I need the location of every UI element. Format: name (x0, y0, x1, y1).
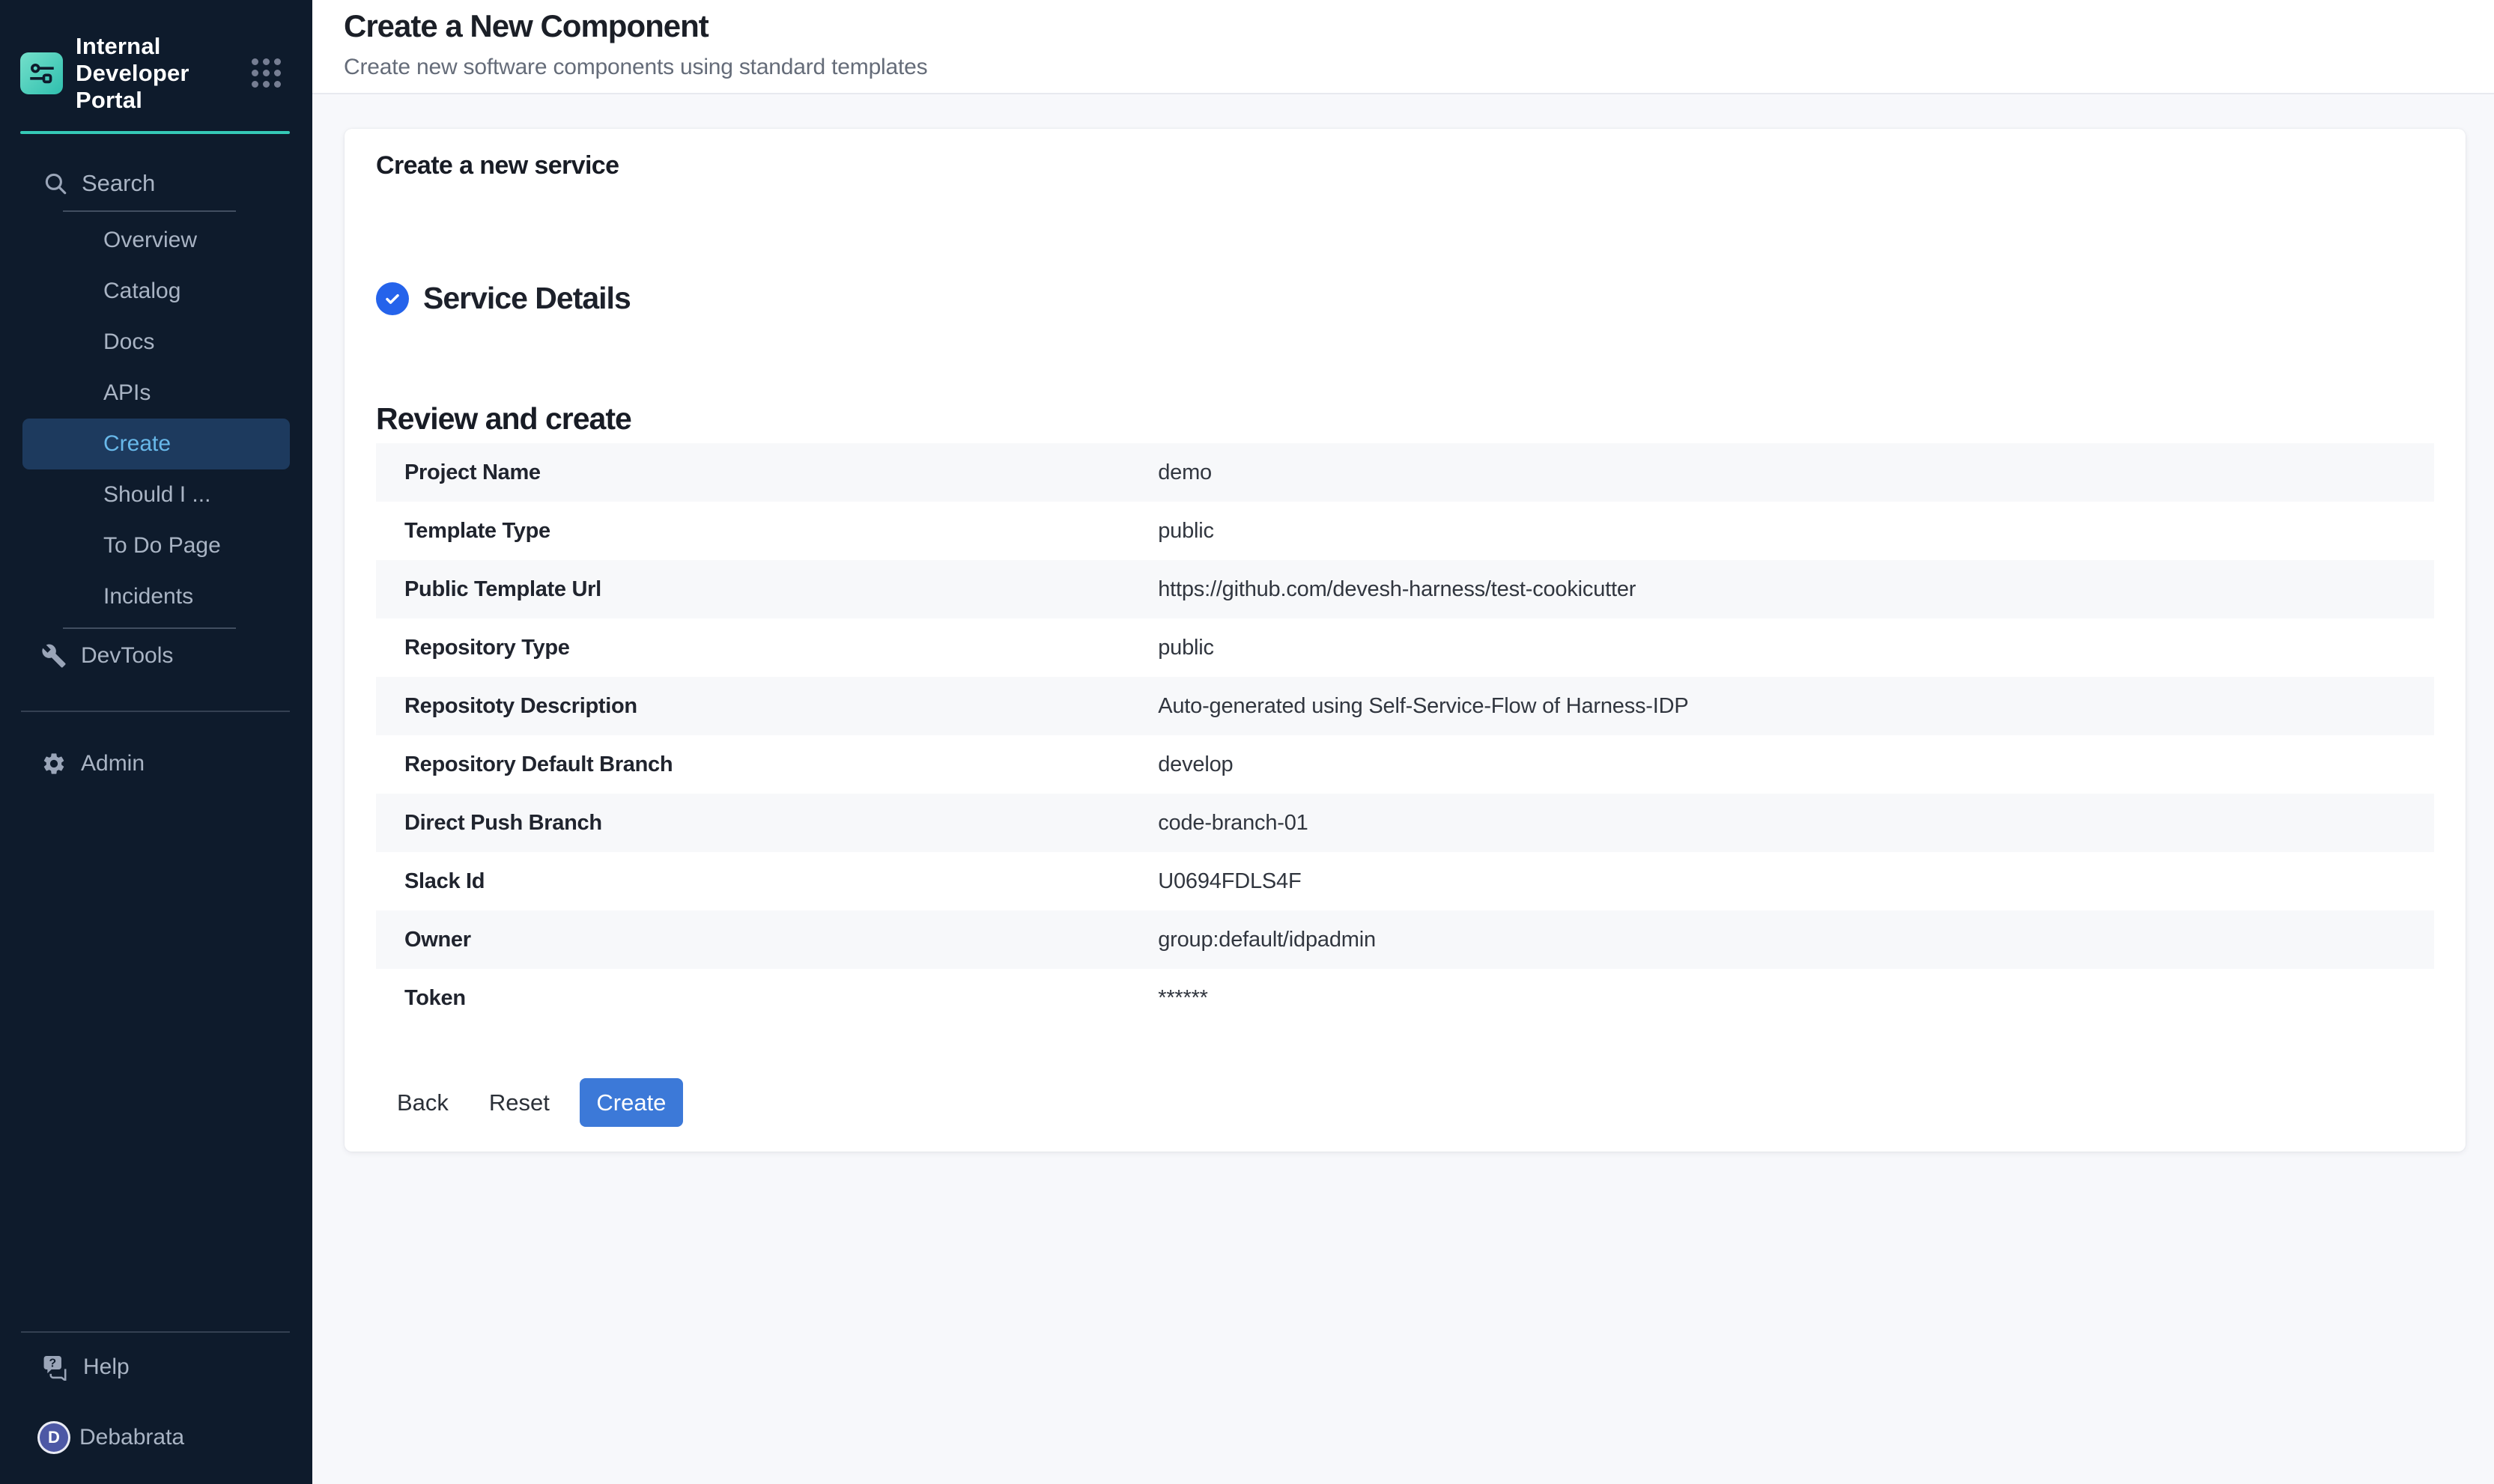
card-title: Create a new service (376, 151, 2434, 180)
field-row: Ownergroup:default/idpadmin (376, 910, 2434, 969)
content: Create a new service Service Details Rev… (312, 94, 2494, 1484)
field-value: code-branch-01 (1158, 811, 2434, 836)
step-complete-check-icon (376, 282, 409, 315)
create-button[interactable]: Create (580, 1078, 683, 1127)
reset-button[interactable]: Reset (477, 1079, 562, 1127)
review-title: Review and create (376, 403, 2434, 434)
logo-divider (20, 131, 290, 134)
sidebar-item-apis[interactable]: APIs (22, 368, 290, 419)
field-row: Repository Default Branchdevelop (376, 735, 2434, 794)
back-button[interactable]: Back (385, 1079, 461, 1127)
sidebar-item-should-i[interactable]: Should I ... (22, 469, 290, 520)
sidebar-item-catalog[interactable]: Catalog (22, 266, 290, 317)
review-table: Project NamedemoTemplate TypepublicPubli… (376, 443, 2434, 1027)
divider (63, 210, 236, 212)
field-value: public (1158, 519, 2434, 544)
sidebar-item-create[interactable]: Create (22, 419, 290, 469)
field-label: Token (376, 986, 1158, 1011)
sidebar-item-devtools[interactable]: DevTools (0, 630, 312, 681)
gear-icon (41, 751, 67, 776)
admin-label: Admin (81, 751, 145, 776)
page-header: Create a New Component Create new softwa… (312, 0, 2494, 94)
app-title: Internal Developer Portal (76, 33, 246, 114)
field-row: Direct Push Branchcode-branch-01 (376, 794, 2434, 852)
user-menu[interactable]: D Debabrata (0, 1412, 312, 1463)
field-value: U0694FDLS4F (1158, 869, 2434, 894)
step-label: Service Details (423, 281, 631, 316)
field-row: Template Typepublic (376, 502, 2434, 560)
create-service-card: Create a new service Service Details Rev… (345, 129, 2466, 1152)
divider (21, 711, 290, 712)
field-row: Public Template Urlhttps://github.com/de… (376, 560, 2434, 618)
page-title: Create a New Component (344, 7, 2494, 45)
stepper-step-service-details[interactable]: Service Details (376, 281, 2434, 316)
field-label: Direct Push Branch (376, 811, 1158, 836)
field-value: group:default/idpadmin (1158, 928, 2434, 952)
field-row: Token****** (376, 969, 2434, 1027)
avatar: D (37, 1421, 70, 1454)
sidebar-item-admin[interactable]: Admin (0, 738, 312, 789)
field-value: ****** (1158, 986, 2434, 1011)
sidebar-item-docs[interactable]: Docs (22, 317, 290, 368)
field-label: Project Name (376, 460, 1158, 485)
main-area: Create a New Component Create new softwa… (312, 0, 2494, 1484)
search-label: Search (82, 170, 155, 197)
sidebar-search[interactable]: Search (0, 168, 312, 198)
field-row: Repository Typepublic (376, 618, 2434, 677)
sidebar-item-help[interactable]: ? Help (0, 1342, 312, 1393)
button-row: Back Reset Create (385, 1078, 2434, 1127)
field-row: Project Namedemo (376, 443, 2434, 502)
help-icon: ? (42, 1354, 69, 1381)
wrench-icon (41, 643, 67, 669)
svg-text:?: ? (49, 1357, 56, 1369)
page-subtitle: Create new software components using sta… (344, 55, 2494, 80)
sidebar-item-incidents[interactable]: Incidents (22, 571, 290, 622)
field-label: Template Type (376, 519, 1158, 544)
help-label: Help (83, 1354, 130, 1380)
devtools-label: DevTools (81, 643, 173, 669)
sidebar-item-overview[interactable]: Overview (22, 215, 290, 266)
sidebar-nav: OverviewCatalogDocsAPIsCreateShould I ..… (0, 215, 312, 622)
search-icon (43, 171, 68, 196)
field-label: Owner (376, 928, 1158, 952)
sidebar-item-to-do-page[interactable]: To Do Page (22, 520, 290, 571)
field-value: public (1158, 636, 2434, 660)
field-label: Repository Default Branch (376, 752, 1158, 777)
user-name: Debabrata (79, 1425, 184, 1450)
field-label: Repository Type (376, 636, 1158, 660)
field-value: demo (1158, 460, 2434, 485)
field-label: Slack Id (376, 869, 1158, 894)
field-label: Repositoty Description (376, 694, 1158, 719)
field-value: Auto-generated using Self-Service-Flow o… (1158, 694, 2434, 719)
divider (63, 627, 236, 629)
field-row: Repositoty DescriptionAuto-generated usi… (376, 677, 2434, 735)
apps-grid-icon[interactable] (252, 58, 281, 88)
field-row: Slack IdU0694FDLS4F (376, 852, 2434, 910)
field-value: https://github.com/devesh-harness/test-c… (1158, 577, 2434, 602)
field-label: Public Template Url (376, 577, 1158, 602)
app-logo-icon[interactable] (20, 52, 63, 94)
field-value: develop (1158, 752, 2434, 777)
logo-row: Internal Developer Portal (0, 0, 312, 114)
divider (21, 1331, 290, 1333)
sidebar: Internal Developer Portal Search Overvie… (0, 0, 312, 1484)
